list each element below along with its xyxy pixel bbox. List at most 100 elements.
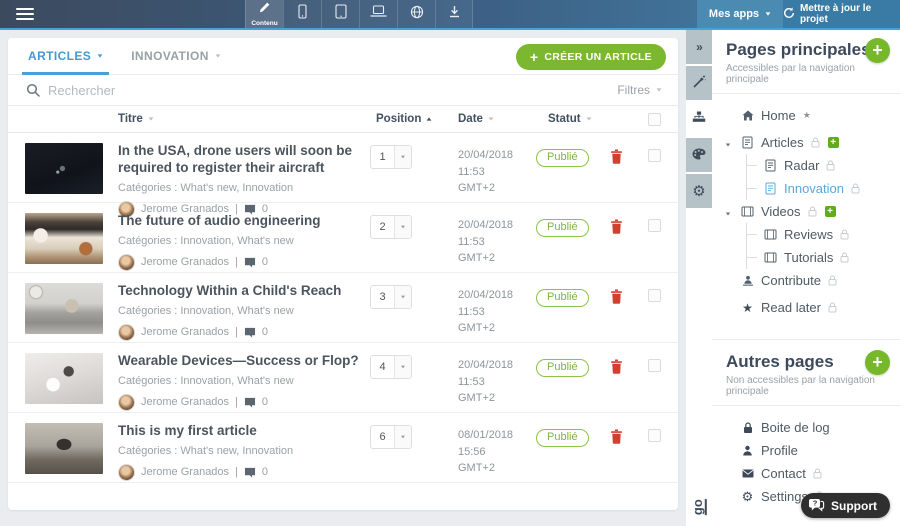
add-subpage-button[interactable]: + xyxy=(825,206,836,217)
search-input[interactable] xyxy=(48,83,609,98)
filters-button[interactable]: Filtres xyxy=(617,83,662,97)
column-header-position[interactable]: Position xyxy=(364,113,426,125)
position-dropdown[interactable] xyxy=(395,356,411,378)
article-row[interactable]: Wearable Devices—Success or Flop? Catégo… xyxy=(8,343,678,413)
delete-button[interactable] xyxy=(610,219,623,234)
position-dropdown[interactable] xyxy=(395,216,411,238)
web-preview-button[interactable] xyxy=(397,0,435,28)
article-title[interactable]: Wearable Devices—Success or Flop? xyxy=(118,353,364,370)
position-value: 2 xyxy=(371,216,395,238)
collapse-panel-button[interactable]: » xyxy=(686,30,712,64)
tabs-row: ARTICLES INNOVATION + CRÉER UN ARTICLE xyxy=(8,38,678,75)
settings-strip-button[interactable]: ⚙ xyxy=(686,174,712,208)
article-page-icon xyxy=(763,159,778,172)
create-article-label: CRÉER UN ARTICLE xyxy=(544,51,652,63)
add-main-page-button[interactable]: + xyxy=(865,38,890,63)
theme-palette-button[interactable] xyxy=(686,138,712,172)
author-avatar xyxy=(118,464,135,481)
article-title[interactable]: In the USA, drone users will soon be req… xyxy=(118,143,364,177)
home-icon xyxy=(740,110,755,121)
row-checkbox[interactable] xyxy=(648,429,661,442)
article-title[interactable]: The future of audio engineering xyxy=(118,213,364,230)
page-item-videos[interactable]: Videos + xyxy=(712,200,894,223)
filters-label: Filtres xyxy=(617,83,650,97)
page-item-home[interactable]: Home ★ xyxy=(712,104,894,127)
phone-icon xyxy=(298,4,307,24)
page-item-tutorials[interactable]: Tutorials xyxy=(747,246,894,269)
tab-innovation[interactable]: INNOVATION xyxy=(117,38,235,74)
support-button[interactable]: ? Support xyxy=(801,493,890,518)
article-title[interactable]: Technology Within a Child's Reach xyxy=(118,283,364,300)
page-item-read-later[interactable]: ★ Read later xyxy=(712,296,894,319)
mes-apps-label: Mes apps xyxy=(709,8,759,20)
row-checkbox[interactable] xyxy=(648,219,661,232)
column-header-statut[interactable]: Statut xyxy=(518,113,604,125)
position-dropdown[interactable] xyxy=(395,286,411,308)
sync-icon xyxy=(783,7,795,22)
menu-hamburger-icon[interactable] xyxy=(16,5,34,23)
tablet-icon xyxy=(335,4,347,24)
tab-articles[interactable]: ARTICLES xyxy=(14,38,117,74)
article-row[interactable]: This is my first article Catégories : Wh… xyxy=(8,413,678,483)
article-thumbnail xyxy=(25,143,103,194)
article-row[interactable]: The future of audio engineering Catégori… xyxy=(8,203,678,273)
delete-button[interactable] xyxy=(610,359,623,374)
select-all-checkbox[interactable] xyxy=(648,113,661,126)
chevron-down-icon xyxy=(766,12,771,15)
article-row[interactable]: In the USA, drone users will soon be req… xyxy=(8,133,678,203)
goodbarber-logo: go xyxy=(686,492,712,522)
support-label: Support xyxy=(831,499,877,513)
page-item-innovation[interactable]: Innovation xyxy=(747,177,894,200)
main-pages-title: Pages principales xyxy=(726,40,886,60)
column-header-date[interactable]: Date xyxy=(426,113,518,125)
phone-preview-button[interactable] xyxy=(283,0,321,28)
column-header-titre[interactable]: Titre xyxy=(105,113,364,125)
position-dropdown[interactable] xyxy=(395,426,411,448)
create-article-button[interactable]: + CRÉER UN ARTICLE xyxy=(516,44,666,70)
lock-icon xyxy=(811,137,820,148)
page-item-radar[interactable]: Radar xyxy=(747,154,894,177)
delete-button[interactable] xyxy=(610,289,623,304)
topbar: Contenu Mes apps Mettre à jour le projet xyxy=(0,0,900,28)
tab-innovation-label: INNOVATION xyxy=(131,49,209,63)
desktop-preview-button[interactable] xyxy=(359,0,397,28)
page-item-contribute[interactable]: Contribute xyxy=(712,269,894,292)
position-dropdown[interactable] xyxy=(395,146,411,168)
position-value: 4 xyxy=(371,356,395,378)
author-name: Jerome Granados xyxy=(141,326,229,338)
row-checkbox[interactable] xyxy=(648,359,661,372)
article-row[interactable]: Technology Within a Child's Reach Catégo… xyxy=(8,273,678,343)
status-badge: Publié xyxy=(536,149,589,167)
status-badge: Publié xyxy=(536,359,589,377)
download-icon xyxy=(448,5,461,23)
structure-pages-button[interactable] xyxy=(686,102,712,136)
update-project-button[interactable]: Mettre à jour le projet xyxy=(783,0,900,28)
delete-button[interactable] xyxy=(610,429,623,444)
mes-apps-menu[interactable]: Mes apps xyxy=(697,0,783,28)
page-item-boite-de-log[interactable]: Boite de log xyxy=(712,416,894,439)
page-item-profile[interactable]: Profile xyxy=(712,439,894,462)
row-checkbox[interactable] xyxy=(648,149,661,162)
comment-count: 0 xyxy=(262,466,268,478)
add-other-page-button[interactable]: + xyxy=(865,350,890,375)
tablet-preview-button[interactable] xyxy=(321,0,359,28)
page-item-reviews[interactable]: Reviews xyxy=(747,223,894,246)
pages-panel: Pages principales Accessibles par la nav… xyxy=(712,30,900,526)
collapse-caret-icon[interactable] xyxy=(725,204,731,219)
comment-icon xyxy=(244,467,256,478)
lock-icon xyxy=(828,302,837,313)
delete-button[interactable] xyxy=(610,149,623,164)
add-subpage-button[interactable]: + xyxy=(828,137,839,148)
design-wand-button[interactable] xyxy=(686,66,712,100)
article-categories: Catégories : Innovation, What's new xyxy=(118,235,364,247)
table-header: Titre Position Date Statut xyxy=(8,106,678,133)
download-button[interactable] xyxy=(435,0,473,28)
page-item-contact[interactable]: Contact xyxy=(712,462,894,485)
content-tool-button[interactable]: Contenu xyxy=(245,0,283,28)
article-title[interactable]: This is my first article xyxy=(118,423,364,440)
person-icon xyxy=(740,445,755,456)
globe-icon xyxy=(410,5,424,24)
page-item-articles[interactable]: Articles + xyxy=(712,131,894,154)
collapse-caret-icon[interactable] xyxy=(725,135,731,150)
row-checkbox[interactable] xyxy=(648,289,661,302)
